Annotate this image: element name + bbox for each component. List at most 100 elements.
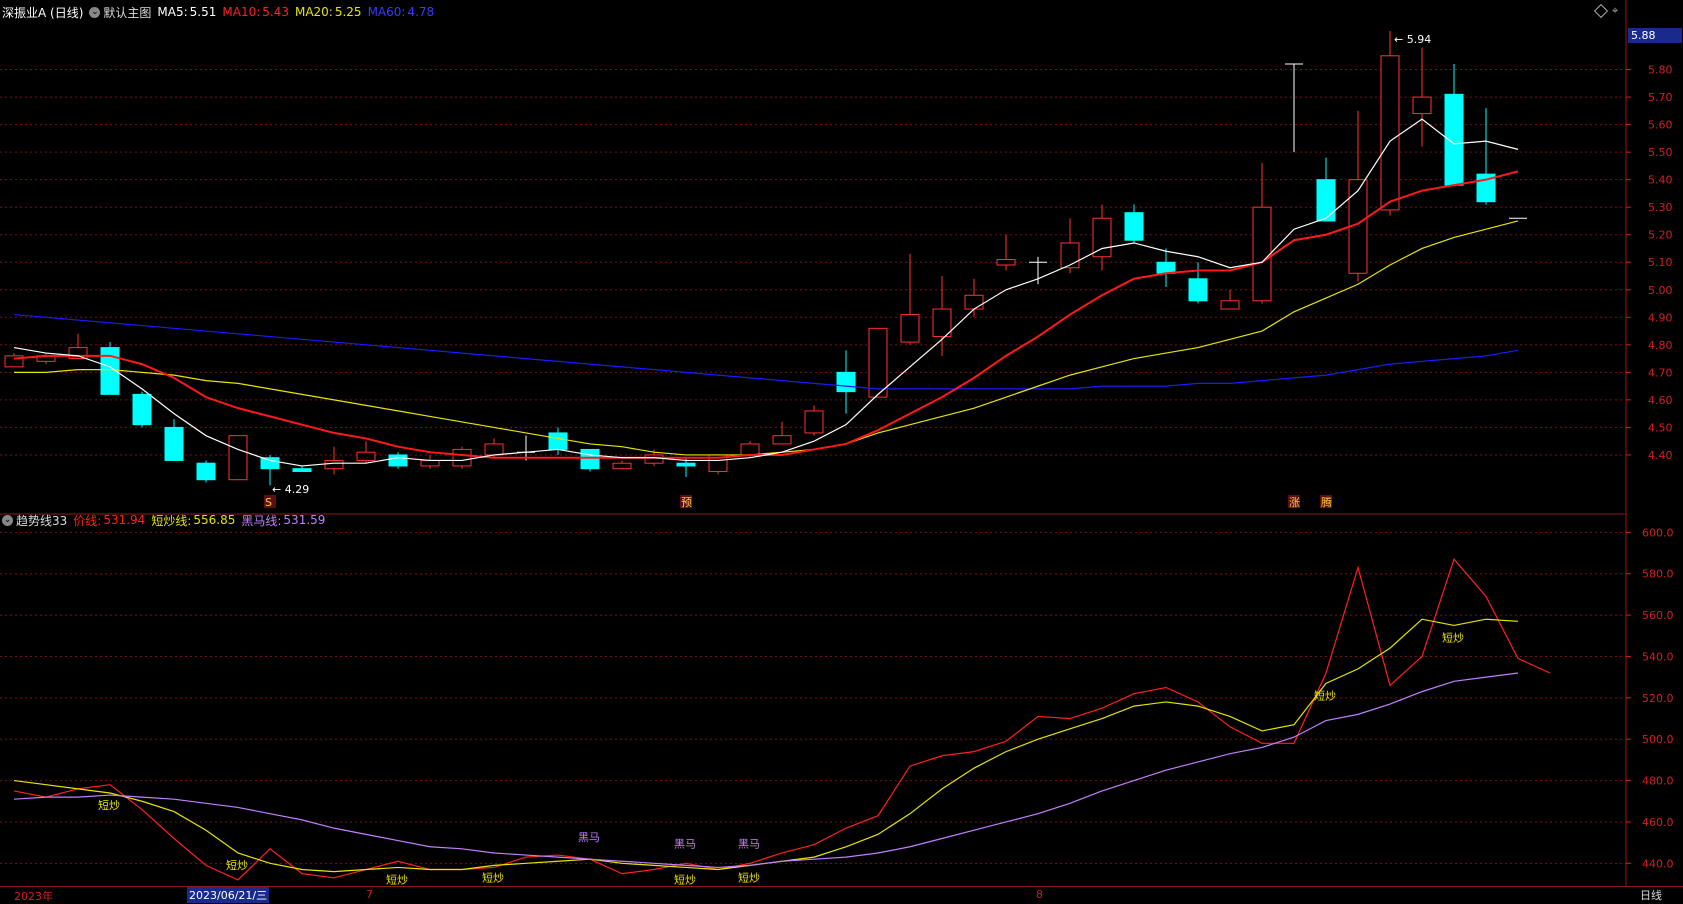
candle-body (1380, 55, 1400, 211)
chart-canvas: 5.80 5.70 5.60 5.50 5.40 5.30 5.20 5.10 5.00 4.90… (0, 0, 1674, 886)
price-tick-label: 4.40 (1648, 449, 1673, 462)
candle-body (260, 457, 280, 470)
indicator-tick-label: 440.0 (1642, 857, 1674, 870)
candle-body (964, 294, 984, 310)
min-price-label: ← 4.29 (272, 483, 309, 496)
candle-body (1092, 217, 1112, 258)
candle-body (324, 459, 344, 470)
short-term-signal: 短炒 (1314, 688, 1336, 702)
price-tick-label: 5.60 (1648, 119, 1673, 132)
candle-body (612, 462, 632, 470)
candle-body (1156, 261, 1176, 274)
price-tick-label: 4.50 (1648, 421, 1673, 434)
candle-body (1220, 300, 1240, 310)
candle (1092, 204, 1112, 271)
indicator-tick-label: 500.0 (1642, 733, 1674, 746)
candle (1029, 256, 1047, 285)
short-term-signal: 短炒 (674, 872, 696, 886)
price-tick-label: 4.60 (1648, 394, 1673, 407)
ma10-line (13, 170, 1519, 459)
candle-body (452, 448, 472, 467)
month-7-label: 7 (366, 888, 373, 901)
indicator-tick-label: 560.0 (1642, 609, 1674, 622)
price-line (13, 558, 1551, 881)
candle (900, 253, 920, 345)
candle-body (836, 371, 856, 393)
dark-horse-signal: 黑马 (578, 831, 600, 844)
candle (1476, 108, 1496, 205)
candle-body (772, 435, 792, 445)
candle (164, 419, 184, 461)
candle (356, 441, 376, 464)
candle-body (1188, 278, 1208, 302)
candle-body (868, 327, 888, 398)
short-term-signal: 短炒 (98, 798, 120, 812)
candle-body (932, 308, 952, 338)
price-tick-label: 5.80 (1648, 64, 1673, 77)
candle (132, 391, 152, 428)
candle (836, 350, 856, 414)
candle-body (132, 393, 152, 426)
candle-body (196, 462, 216, 481)
dark-horse-signal: 黑马 (738, 837, 760, 850)
candle-body (804, 410, 824, 434)
candle (1412, 47, 1432, 147)
candle-body (228, 435, 248, 481)
candle (36, 353, 56, 365)
candle (100, 342, 120, 395)
candle (1220, 289, 1240, 310)
candle-body (292, 468, 312, 472)
candle-body (644, 454, 664, 464)
candle-body (676, 462, 696, 467)
candle (964, 278, 984, 318)
candle (260, 454, 280, 486)
candle (196, 460, 216, 483)
candle-body (996, 258, 1016, 266)
price-tick-label: 5.20 (1648, 229, 1673, 242)
price-tick-label: 4.80 (1648, 339, 1673, 352)
indicator-tick-label: 600.0 (1642, 526, 1674, 539)
candle (1380, 31, 1400, 216)
max-price-label: ← 5.94 (1394, 33, 1431, 46)
candle (868, 327, 888, 398)
candle (292, 465, 312, 472)
candle (1252, 163, 1272, 304)
indicator-tick-label: 460.0 (1642, 816, 1674, 829)
price-tick-label: 4.90 (1648, 311, 1673, 324)
candle (1316, 157, 1336, 222)
bottom-axis: 2023年 2023/06/21/三 7 8 日线 (0, 886, 1683, 903)
candle (1444, 64, 1464, 186)
ma5-line (13, 118, 1519, 467)
price-tick-label: 5.30 (1648, 201, 1673, 214)
candle (228, 435, 248, 481)
candle (580, 448, 600, 472)
candle-body (388, 454, 408, 467)
short-term-signal: 短炒 (738, 870, 760, 884)
short-term-signal: 短炒 (482, 870, 504, 884)
candle-body (164, 426, 184, 461)
month-8-label: 8 (1036, 888, 1043, 901)
candle (4, 353, 24, 368)
candle (420, 454, 440, 469)
ma20-line (14, 220, 1519, 456)
indicator-tick-label: 540.0 (1642, 650, 1674, 663)
candle-body (1060, 242, 1080, 269)
price-tick-label: 4.70 (1648, 366, 1673, 379)
candle (612, 460, 632, 470)
candle-body (420, 459, 440, 467)
candle (1285, 63, 1303, 153)
price-tick-label: 5.00 (1648, 284, 1673, 297)
indicator-tick-label: 520.0 (1642, 692, 1674, 705)
price-tick-label: 5.70 (1648, 91, 1673, 104)
candle-body (548, 432, 568, 450)
candle (932, 276, 952, 356)
signal-marker: S (265, 496, 272, 509)
year-label: 2023年 (14, 890, 53, 903)
candle-body (1412, 96, 1432, 115)
candle-body (580, 448, 600, 470)
dark-horse-signal: 黑马 (674, 837, 696, 850)
short-term-signal: 短炒 (1442, 630, 1464, 644)
candle (1156, 248, 1176, 288)
candle (804, 405, 824, 436)
candle-body (1252, 206, 1272, 302)
